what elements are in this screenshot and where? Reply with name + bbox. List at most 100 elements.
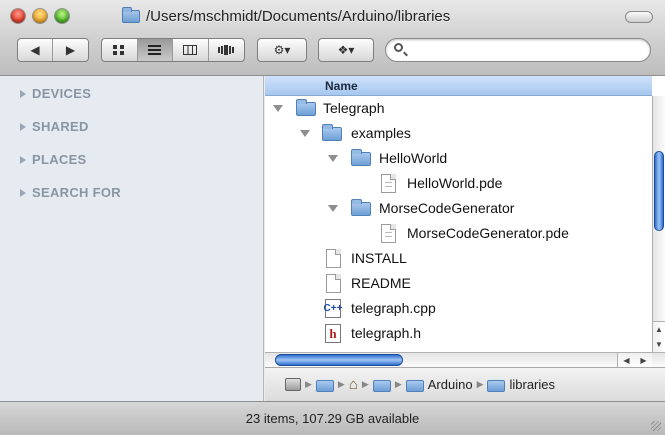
list-item[interactable]: examples	[265, 121, 652, 146]
horizontal-scrollbar[interactable]: ◀ ▶	[265, 352, 665, 367]
status-text: 23 items, 107.29 GB available	[245, 411, 420, 426]
folder-icon	[351, 199, 371, 216]
cover-flow-button[interactable]	[209, 39, 244, 61]
forward-button[interactable]: ▶	[53, 39, 88, 61]
list-item[interactable]: INSTALL	[265, 246, 652, 271]
resize-grip-icon[interactable]	[651, 421, 661, 431]
list-item-label: MorseCodeGenerator.pde	[407, 225, 569, 241]
folder-icon	[487, 380, 506, 392]
search-input[interactable]	[412, 41, 644, 61]
list-item-label: Telegraph	[323, 100, 385, 116]
disclosure-triangle-icon[interactable]	[300, 130, 310, 137]
icon-view-icon	[113, 45, 125, 55]
close-button[interactable]	[11, 9, 25, 23]
list-view-button[interactable]	[137, 39, 173, 61]
zoom-button[interactable]	[55, 9, 69, 23]
path-separator-icon: ▶	[337, 379, 345, 389]
action-menu-button[interactable]: ⚙▾	[258, 39, 306, 61]
sidebar-section-places[interactable]: PLACES	[20, 152, 87, 167]
disclosure-triangle-icon[interactable]	[328, 155, 338, 162]
file-rows: Telegraph examples HelloWorld HelloWorld…	[265, 96, 652, 346]
icon-view-button[interactable]	[102, 39, 138, 61]
dropbox-menu-button[interactable]: ❖▾	[319, 39, 373, 61]
list-item[interactable]: MorseCodeGenerator	[265, 196, 652, 221]
back-icon: ◀	[30, 43, 40, 57]
sidebar-section-search-for[interactable]: SEARCH FOR	[20, 185, 121, 200]
scroll-down-icon[interactable]: ▼	[655, 340, 663, 349]
disclosure-triangle-icon	[20, 122, 26, 131]
gear-icon: ⚙▾	[273, 43, 291, 57]
finder-window: /Users/mschmidt/Documents/Arduino/librar…	[0, 0, 665, 435]
disclosure-triangle-icon	[20, 188, 26, 197]
path-item-arduino[interactable]: Arduino	[428, 377, 473, 392]
sidebar-section-devices[interactable]: DEVICES	[20, 86, 91, 101]
forward-icon: ▶	[65, 43, 76, 57]
search-icon	[394, 43, 403, 52]
column-view-button[interactable]	[173, 39, 209, 61]
file-icon	[326, 249, 341, 268]
horizontal-scroll-arrows[interactable]: ◀ ▶	[617, 353, 652, 367]
status-bar: 23 items, 107.29 GB available	[0, 401, 665, 435]
file-list: Name Telegraph examples HelloWorld Hello…	[265, 76, 665, 401]
list-item[interactable]: Telegraph	[265, 96, 652, 121]
folder-icon	[322, 124, 342, 141]
list-item[interactable]: HelloWorld.pde	[265, 171, 652, 196]
column-header-label: Name	[325, 79, 358, 93]
list-item[interactable]: HelloWorld	[265, 146, 652, 171]
disclosure-triangle-icon[interactable]	[328, 205, 338, 212]
scroll-left-icon[interactable]: ◀	[623, 356, 629, 365]
header-file-icon: h	[325, 324, 341, 343]
view-buttons	[101, 38, 245, 62]
documents-folder-icon[interactable]	[372, 380, 391, 392]
path-separator-icon: ▶	[476, 379, 484, 389]
home-icon[interactable]: ⌂	[349, 376, 358, 393]
horizontal-scroll-thumb[interactable]	[275, 354, 403, 366]
path-item-libraries[interactable]: libraries	[509, 377, 555, 392]
file-icon	[326, 274, 341, 293]
list-item[interactable]: C++ telegraph.cpp	[265, 296, 652, 321]
search-field	[385, 38, 651, 62]
scroll-right-icon[interactable]: ▶	[640, 356, 646, 365]
vertical-scroll-arrows[interactable]: ▲ ▼	[653, 321, 665, 352]
column-header-name[interactable]: Name	[265, 76, 652, 96]
list-item-label: examples	[351, 125, 411, 141]
toolbar-toggle-button[interactable]	[625, 11, 653, 23]
folder-icon	[351, 149, 371, 166]
sidebar-section-shared[interactable]: SHARED	[20, 119, 89, 134]
minimize-button[interactable]	[33, 9, 47, 23]
users-folder-icon[interactable]	[315, 380, 334, 392]
column-view-icon	[183, 45, 198, 55]
path-separator-icon: ▶	[394, 379, 402, 389]
list-item-label: telegraph.h	[351, 325, 422, 341]
title-toolbar: /Users/mschmidt/Documents/Arduino/librar…	[0, 0, 665, 76]
list-item-label: INSTALL	[351, 250, 407, 266]
disclosure-triangle-icon	[20, 155, 26, 164]
list-item-label: telegraph.cpp	[351, 300, 436, 316]
sidebar-section-label: SHARED	[32, 119, 89, 134]
sidebar: DEVICES SHARED PLACES SEARCH FOR	[0, 76, 264, 401]
folder-icon	[405, 380, 424, 392]
vertical-scroll-thumb[interactable]	[654, 151, 664, 231]
document-icon	[381, 174, 396, 193]
scroll-up-icon[interactable]: ▲	[655, 325, 663, 334]
vertical-scrollbar[interactable]: ▲ ▼	[652, 96, 665, 352]
path-bar: ▶ ▶ ⌂ ▶ ▶ Arduino ▶ libraries	[265, 367, 665, 401]
dropbox-menu: ❖▾	[318, 38, 374, 62]
list-view-icon	[148, 45, 162, 55]
sidebar-section-label: PLACES	[32, 152, 87, 167]
hard-drive-icon[interactable]	[285, 378, 301, 391]
folder-icon	[122, 6, 140, 23]
cover-flow-icon	[218, 45, 235, 55]
list-item[interactable]: MorseCodeGenerator.pde	[265, 221, 652, 246]
back-button[interactable]: ◀	[18, 39, 53, 61]
dropbox-icon: ❖▾	[337, 43, 355, 57]
list-item[interactable]: README	[265, 271, 652, 296]
list-item[interactable]: h telegraph.h	[265, 321, 652, 346]
sidebar-section-label: SEARCH FOR	[32, 185, 121, 200]
disclosure-triangle-icon	[20, 89, 26, 98]
disclosure-triangle-icon[interactable]	[273, 105, 283, 112]
window-title-text: /Users/mschmidt/Documents/Arduino/librar…	[146, 7, 451, 25]
sidebar-section-label: DEVICES	[32, 86, 92, 101]
list-item-label: MorseCodeGenerator	[379, 200, 515, 216]
navigation-buttons: ◀ ▶	[17, 38, 89, 62]
